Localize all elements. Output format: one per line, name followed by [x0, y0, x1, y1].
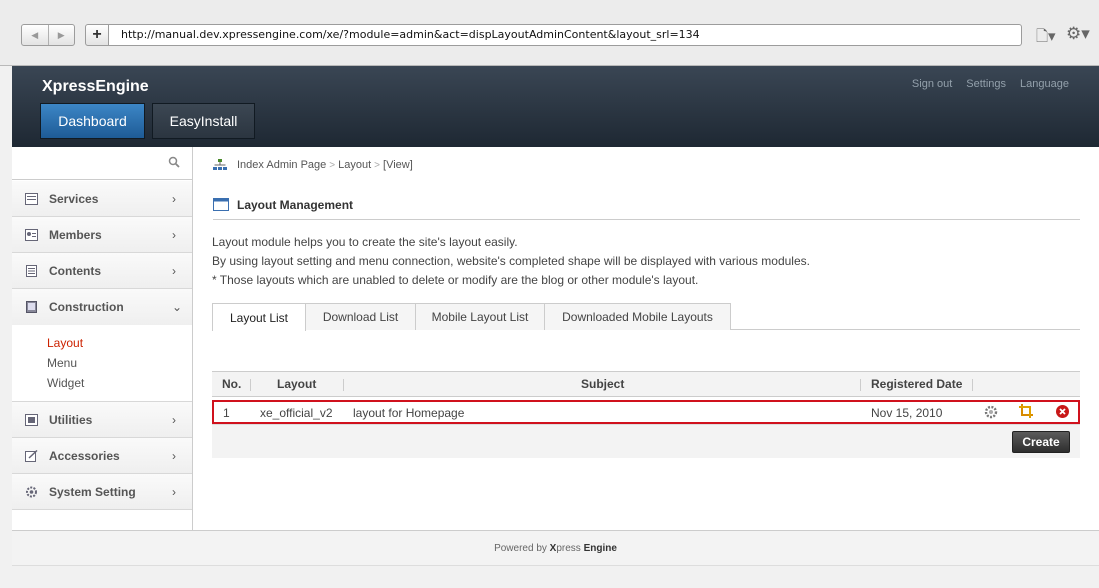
- column-divider: [972, 379, 973, 391]
- sidebar-item-members[interactable]: Members ›: [12, 217, 192, 253]
- column-divider: [860, 379, 861, 391]
- window-icon: [213, 198, 229, 211]
- page-footer: Powered by Xpress Engine: [12, 530, 1099, 566]
- footer-brand-x: X: [549, 542, 557, 554]
- sidebar-item-label: Members: [49, 227, 102, 242]
- sidebar-item-contents[interactable]: Contents ›: [12, 253, 192, 289]
- search-icon[interactable]: [168, 156, 180, 168]
- chevron-right-icon: ›: [172, 191, 176, 206]
- table-footer: Create: [212, 424, 1080, 458]
- cell-no: 1: [223, 406, 230, 420]
- chevron-down-icon: ⌄: [172, 300, 183, 314]
- chevron-right-icon: ›: [172, 227, 176, 242]
- footer-prefix: Powered by: [494, 542, 547, 554]
- sidebar-item-construction[interactable]: Construction ⌄: [12, 289, 192, 325]
- sidebar-item-accessories[interactable]: Accessories ›: [12, 438, 192, 474]
- address-bar[interactable]: http://manual.dev.xpressengine.com/xe/?m…: [109, 24, 1022, 46]
- sidebar-item-system-setting[interactable]: System Setting ›: [12, 474, 192, 510]
- breadcrumb: Index Admin Page > Layout > [View]: [213, 159, 413, 171]
- main-content: Index Admin Page > Layout > [View] Layou…: [193, 147, 1099, 530]
- global-nav: Dashboard EasyInstall: [40, 103, 255, 139]
- breadcrumb-separator: >: [329, 159, 336, 171]
- chevron-right-icon: ›: [172, 484, 176, 499]
- accessories-icon: [25, 449, 38, 462]
- sidebar-item-utilities[interactable]: Utilities ›: [12, 402, 192, 438]
- browser-toolbar: ◀ ▶ + http://manual.dev.xpressengine.com…: [0, 0, 1099, 66]
- nav-button-group: ◀ ▶: [21, 24, 75, 46]
- column-divider: [343, 379, 344, 391]
- cell-subject: layout for Homepage: [353, 406, 465, 420]
- tools-menu-icon[interactable]: ⚙▾: [1066, 24, 1090, 44]
- account-links: Sign out Settings Language: [912, 78, 1069, 90]
- sidebar-item-label: Accessories: [49, 448, 120, 463]
- sidebar: Services › Members › Contents › Construc…: [12, 147, 193, 530]
- dashboard-button[interactable]: Dashboard: [40, 103, 145, 139]
- page-title: Layout Management: [237, 198, 354, 212]
- tab-mobile-layout-list[interactable]: Mobile Layout List: [415, 303, 545, 330]
- description-line: Layout module helps you to create the si…: [212, 235, 518, 249]
- page-title-bar: Layout Management: [213, 198, 1080, 220]
- page-description: Layout module helps you to create the si…: [212, 233, 810, 290]
- breadcrumb-separator: >: [374, 159, 381, 171]
- easyinstall-button[interactable]: EasyInstall: [152, 103, 255, 139]
- brand-title[interactable]: XpressEngine: [42, 78, 149, 96]
- column-header-registered-date: Registered Date: [871, 377, 963, 391]
- sign-out-link[interactable]: Sign out: [912, 78, 952, 90]
- table-row[interactable]: 1 xe_official_v2 layout for Homepage Nov…: [212, 400, 1080, 424]
- search-input[interactable]: [12, 147, 192, 180]
- table-header: No. Layout Subject Registered Date: [212, 371, 1080, 397]
- chevron-right-icon: ›: [172, 412, 176, 427]
- back-button[interactable]: ◀: [22, 25, 49, 45]
- system-setting-icon: [26, 486, 37, 497]
- page-menu-icon[interactable]: 🗋▾: [1036, 26, 1056, 51]
- contents-icon: [26, 264, 37, 277]
- sitemap-icon: [213, 159, 227, 170]
- cell-layout[interactable]: xe_official_v2: [260, 406, 333, 420]
- sidebar-item-label: Utilities: [49, 412, 93, 427]
- breadcrumb-index[interactable]: Index Admin Page: [237, 159, 326, 171]
- services-icon: [25, 192, 38, 205]
- description-line: By using layout setting and menu connect…: [212, 254, 810, 268]
- new-tab-button[interactable]: +: [85, 24, 109, 46]
- column-header-subject: Subject: [581, 377, 625, 391]
- footer-brand-press: press: [556, 542, 581, 554]
- sidebar-item-services[interactable]: Services ›: [12, 181, 192, 217]
- construction-icon: [26, 301, 37, 313]
- description-line: * Those layouts which are unabled to del…: [212, 273, 699, 287]
- admin-header: XpressEngine Dashboard EasyInstall Sign …: [12, 66, 1099, 147]
- breadcrumb-layout[interactable]: Layout: [338, 159, 371, 171]
- column-divider: [250, 379, 251, 391]
- utilities-icon: [25, 413, 38, 426]
- submenu-item-menu[interactable]: Menu: [47, 356, 77, 370]
- sidebar-item-label: System Setting: [49, 484, 136, 499]
- column-header-layout: Layout: [277, 377, 317, 391]
- submenu-item-widget[interactable]: Widget: [47, 376, 84, 390]
- settings-link[interactable]: Settings: [966, 78, 1006, 90]
- forward-button[interactable]: ▶: [49, 25, 75, 45]
- column-header-no: No.: [222, 377, 242, 391]
- chevron-right-icon: ›: [172, 263, 176, 278]
- chevron-right-icon: ›: [172, 448, 176, 463]
- tab-download-list[interactable]: Download List: [305, 303, 416, 330]
- breadcrumb-view: [View]: [383, 159, 413, 171]
- tab-downloaded-mobile-layouts[interactable]: Downloaded Mobile Layouts: [544, 303, 731, 330]
- cell-registered-date: Nov 15, 2010: [871, 406, 943, 420]
- footer-brand-engine: Engine: [583, 542, 617, 554]
- tab-bar: Layout List Download List Mobile Layout …: [212, 303, 1080, 331]
- sidebar-item-label: Construction: [49, 300, 124, 314]
- submenu-item-layout[interactable]: Layout: [47, 336, 83, 350]
- crop-copy-icon[interactable]: [1019, 404, 1034, 419]
- delete-icon[interactable]: [1055, 404, 1070, 419]
- settings-gear-icon[interactable]: [984, 405, 998, 419]
- tab-layout-list[interactable]: Layout List: [212, 303, 306, 331]
- sidebar-item-label: Contents: [49, 263, 101, 278]
- members-icon: [25, 228, 38, 241]
- construction-submenu: Layout Menu Widget: [12, 326, 192, 402]
- language-link[interactable]: Language: [1020, 78, 1069, 90]
- sidebar-item-label: Services: [49, 191, 99, 206]
- create-button[interactable]: Create: [1012, 431, 1070, 453]
